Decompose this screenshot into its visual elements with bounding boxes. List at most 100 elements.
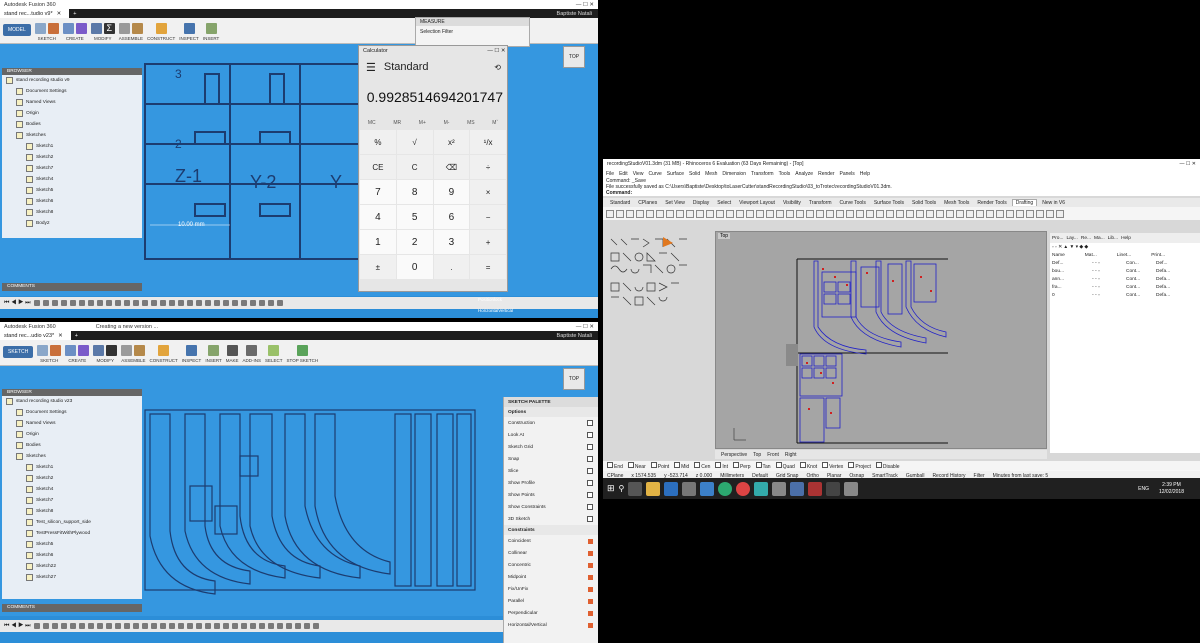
- osnap-option[interactable]: Perp: [732, 462, 751, 470]
- memory-button[interactable]: M-: [444, 120, 450, 126]
- layer-row[interactable]: 0 ◦ ◦ ▫ Cont... Defa...: [1050, 291, 1200, 299]
- osnap-option[interactable]: End: [607, 462, 623, 470]
- osnap-option[interactable]: Quad: [775, 462, 795, 470]
- viewport-tab[interactable]: Right: [785, 452, 797, 458]
- calc-key[interactable]: CE: [360, 155, 396, 179]
- memory-button[interactable]: MR: [393, 120, 401, 126]
- toolbar-tab[interactable]: Curve Tools: [837, 200, 869, 206]
- toolbar-tab[interactable]: Render Tools: [974, 200, 1009, 206]
- calc-key[interactable]: .: [433, 255, 470, 279]
- toolbar-tab[interactable]: Standard: [607, 200, 633, 206]
- palette-option[interactable]: Show Profile: [504, 477, 598, 489]
- osnap-option[interactable]: Near: [627, 462, 646, 470]
- checkbox-icon[interactable]: [587, 456, 593, 462]
- constraint-icon[interactable]: [588, 586, 593, 592]
- constraint-icon[interactable]: [588, 622, 593, 628]
- side-toolbar[interactable]: [607, 235, 711, 450]
- toolbar-group-addins[interactable]: ADD-INS: [243, 345, 261, 363]
- tree-item[interactable]: Sketch5: [2, 539, 142, 550]
- palette-option[interactable]: 3D Sketch: [504, 513, 598, 525]
- viewport-tab[interactable]: Perspective: [721, 452, 747, 458]
- calc-key[interactable]: ⌫: [433, 155, 470, 179]
- user-name[interactable]: Baptiste Natali: [557, 333, 592, 339]
- view-cube[interactable]: TOP: [563, 46, 585, 68]
- workspace-button[interactable]: MODEL: [3, 23, 31, 36]
- constraints-header[interactable]: Constraints: [504, 525, 598, 535]
- toolbar-group-modify[interactable]: Σ MODIFY: [90, 23, 115, 41]
- palette-option[interactable]: Sketch Grid: [504, 441, 598, 453]
- viewport-label[interactable]: Top: [718, 233, 731, 239]
- toolbar-group-insert[interactable]: INSERT: [205, 345, 222, 363]
- calc-key[interactable]: ×: [470, 180, 506, 204]
- menu-item[interactable]: Tools: [779, 171, 791, 177]
- panel-tab[interactable]: Pro...: [1052, 236, 1063, 241]
- osnap-option[interactable]: Project: [848, 462, 871, 470]
- tree-item[interactable]: Document Settings: [2, 407, 142, 418]
- viewport-top[interactable]: Top: [715, 231, 1047, 449]
- viewport-tab[interactable]: Top: [753, 452, 761, 458]
- menu-item[interactable]: Solid: [689, 171, 700, 177]
- toolbar-group-select[interactable]: SELECT: [265, 345, 283, 363]
- checkbox-icon[interactable]: [715, 462, 722, 468]
- calc-key[interactable]: 6: [433, 205, 470, 229]
- panel-tab[interactable]: Help: [1121, 236, 1131, 241]
- calc-key[interactable]: √: [396, 130, 433, 154]
- constraint-icon[interactable]: [588, 574, 593, 580]
- constraint-icon[interactable]: [588, 598, 593, 604]
- play-controls-icon[interactable]: ⏮ ◀ ▶ ⏭: [4, 300, 31, 307]
- memory-button[interactable]: Mˇ: [492, 120, 498, 126]
- layer-row[interactable]: Def... ◦ ◦ ▫ Con... Def...: [1050, 259, 1200, 267]
- toolbar-tab[interactable]: Visibility: [780, 200, 804, 206]
- checkbox-icon[interactable]: [822, 462, 829, 468]
- calc-key[interactable]: x²: [433, 130, 470, 154]
- osnap-option[interactable]: Point: [650, 462, 669, 470]
- calc-key[interactable]: 3: [433, 230, 470, 254]
- osnap-option[interactable]: Mid: [674, 462, 689, 470]
- edge-icon[interactable]: [664, 481, 679, 496]
- tree-item[interactable]: Document Settings: [2, 86, 142, 97]
- toolbar-group-construct[interactable]: CONSTRUCT: [147, 23, 175, 41]
- calc-key[interactable]: −: [470, 205, 506, 229]
- add-tab-icon[interactable]: +: [73, 11, 76, 17]
- explorer-icon[interactable]: [646, 481, 661, 496]
- toolbar-group-assemble[interactable]: ASSEMBLE: [121, 345, 146, 363]
- menu-item[interactable]: Surface: [667, 171, 684, 177]
- toolbar-group-make[interactable]: MAKE: [226, 345, 239, 363]
- memory-button[interactable]: MC: [368, 120, 376, 126]
- tree-item[interactable]: Sketch7: [2, 495, 142, 506]
- toolbar-group-inspect[interactable]: INSPECT: [182, 345, 201, 363]
- toolbar-group-construct[interactable]: CONSTRUCT: [150, 345, 178, 363]
- app-icon[interactable]: [772, 481, 787, 496]
- constraint-icon[interactable]: [588, 550, 593, 556]
- menu-item[interactable]: Dimension: [722, 171, 746, 177]
- palette-constraint[interactable]: Coincident: [504, 535, 598, 547]
- calc-key[interactable]: +: [470, 230, 506, 254]
- toolbar-group-modify[interactable]: MODIFY: [93, 345, 118, 363]
- checkbox-icon[interactable]: [775, 462, 782, 468]
- tree-item[interactable]: Sketch6: [2, 196, 142, 207]
- tree-item[interactable]: Sketch1: [2, 462, 142, 473]
- toolbar-group-assemble[interactable]: ASSEMBLE: [119, 23, 143, 41]
- toolbar-group-create[interactable]: CREATE: [62, 23, 87, 41]
- palette-constraint[interactable]: Midpoint: [504, 571, 598, 583]
- app-icon[interactable]: [754, 481, 769, 496]
- window-controls[interactable]: — ☐ ✕: [576, 2, 594, 8]
- calc-key[interactable]: %: [360, 130, 396, 154]
- constraint-icon[interactable]: [588, 538, 593, 544]
- toolbar-tab[interactable]: Select: [714, 200, 734, 206]
- toolbar-tab[interactable]: Set View: [662, 200, 688, 206]
- document-tab[interactable]: stand rec...tudio v9* ✕: [0, 9, 70, 18]
- layer-toolbar[interactable]: ▫ ▫ ✕ ▲ ▼ ▾ ◆ ◆: [1050, 243, 1200, 251]
- calc-key[interactable]: 1: [360, 230, 396, 254]
- checkbox-icon[interactable]: [875, 462, 882, 468]
- tree-item[interactable]: Sketch4: [2, 484, 142, 495]
- panel-tab[interactable]: Lay...: [1066, 236, 1077, 241]
- menu-item[interactable]: Curve: [648, 171, 661, 177]
- menu-item[interactable]: File: [606, 171, 614, 177]
- document-tab[interactable]: stand rec...udio v23* ✕: [0, 331, 71, 340]
- panel-tab[interactable]: Lib...: [1108, 236, 1118, 241]
- calc-key[interactable]: 9: [433, 180, 470, 204]
- tree-item[interactable]: Sketch5: [2, 185, 142, 196]
- checkbox-icon[interactable]: [587, 444, 593, 450]
- calc-key[interactable]: ¹/x: [470, 130, 506, 154]
